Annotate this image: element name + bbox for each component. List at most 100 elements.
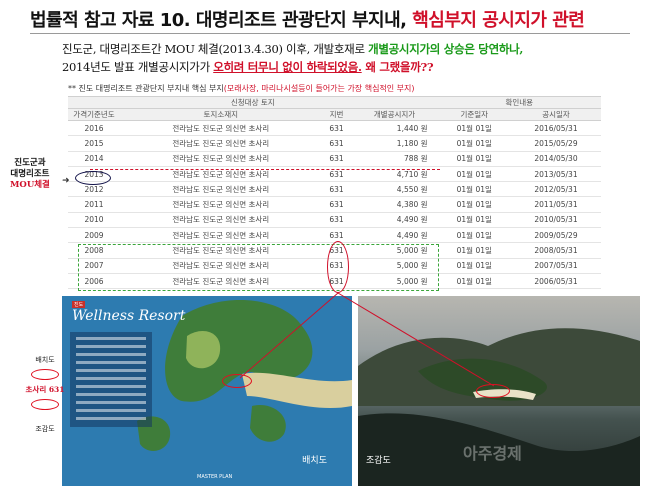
column-header: 기준일자 bbox=[437, 108, 511, 121]
table-cell: 01월 01일 bbox=[437, 242, 511, 259]
legend-line bbox=[76, 409, 146, 412]
legend-line bbox=[76, 345, 146, 348]
table-cell: 2006/05/31 bbox=[510, 273, 601, 290]
map-title: Wellness Resort bbox=[72, 308, 186, 324]
table-cell: 2012/05/31 bbox=[510, 181, 601, 198]
intro-line-2-plain: 2014년도 발표 개별공시지가가 bbox=[62, 60, 214, 74]
table-group-header-row: 신청대상 토지 확인내용 bbox=[68, 96, 601, 109]
table-cell: 01월 01일 bbox=[437, 273, 511, 290]
stable-price-highlight-box bbox=[78, 244, 439, 291]
table-cell: 전라남도 진도군 의신면 초사리 bbox=[120, 227, 322, 244]
table-cell: 631 bbox=[321, 151, 352, 167]
table-note: ** 진도 대명리조트 관광단지 부지내 핵심 부지(모래사장, 마리나시설등이… bbox=[68, 83, 415, 94]
photo-watermark: 아주경제 bbox=[463, 444, 522, 463]
table-cell: 2015/05/29 bbox=[510, 135, 601, 152]
table-cell: 631 bbox=[321, 120, 352, 137]
table-cell: 2008/05/31 bbox=[510, 242, 601, 259]
table-cell: 2010/05/31 bbox=[510, 212, 601, 229]
intro-line-1-plain: 진도군, 대명리조트간 MOU 체결(2013.4.30) 이후, 개발호재로 bbox=[62, 42, 369, 56]
table-cell: 4,550 원 bbox=[351, 181, 438, 198]
table-cell: 01월 01일 bbox=[437, 212, 511, 229]
table-row: 2011 전라남도 진도군 의신면 초사리 631 4,380 원 01월 01일 201… bbox=[68, 196, 601, 213]
table-cell: 01월 01일 bbox=[437, 196, 511, 213]
table-cell: 2010 bbox=[68, 212, 120, 229]
aerial-rendering: 아주경제 조감도 bbox=[358, 296, 640, 486]
table-cell: 1,180 원 bbox=[351, 135, 438, 152]
legend-oval-icon bbox=[31, 399, 59, 410]
column-header: 토지소재지 bbox=[120, 108, 322, 121]
table-cell: 2011 bbox=[68, 196, 120, 213]
left-legend: 배치도 초사리 631 조감도 bbox=[25, 355, 65, 434]
table-cell: 2016/05/31 bbox=[510, 120, 601, 137]
mou-side-label-line-3: MOU체결 bbox=[10, 180, 50, 190]
year-2013-highlight-ellipse bbox=[75, 171, 111, 185]
price-highlight-ellipse bbox=[327, 241, 349, 293]
table-cell: 2016 bbox=[68, 120, 120, 137]
table-cell: 전라남도 진도군 의신면 초사리 bbox=[120, 212, 322, 229]
legend-line bbox=[76, 401, 146, 404]
table-cell: 01월 01일 bbox=[437, 258, 511, 274]
table-cell: 01월 01일 bbox=[437, 181, 511, 198]
table-cell: 2007/05/31 bbox=[510, 258, 601, 274]
table-cell: 2009/05/29 bbox=[510, 227, 601, 244]
map-caption: 배치도 bbox=[302, 456, 327, 466]
mou-divider-line bbox=[90, 169, 440, 170]
page-title-prefix: 법률적 참고 자료 10. 대명리조트 관광단지 부지내, bbox=[30, 10, 413, 31]
table-cell: 전라남도 진도군 의신면 초사리 bbox=[120, 181, 322, 198]
table-cell: 1,440 원 bbox=[351, 120, 438, 137]
table-cell: 631 bbox=[321, 196, 352, 213]
table-group-header: 확인내용 bbox=[437, 96, 601, 109]
legend-label-top: 배치도 bbox=[35, 356, 55, 364]
table-row: 2016 전라남도 진도군 의신면 초사리 631 1,440 원 01월 01일 201… bbox=[68, 120, 601, 137]
photo-caption: 조감도 bbox=[366, 456, 391, 466]
lot-631-map-ellipse bbox=[222, 374, 252, 388]
mou-side-label-line-2: 대명리조트 bbox=[10, 169, 50, 179]
table-note-red: (모래사장, 마리나시설등이 들어가는 가장 핵심적인 부지) bbox=[223, 84, 415, 93]
table-header-row: 가격기준년도 토지소재지 지번 개별공시지가 기준일자 공시일자 bbox=[68, 108, 601, 121]
intro-line-1: 진도군, 대명리조트간 MOU 체결(2013.4.30) 이후, 개발호재로 … bbox=[62, 40, 523, 58]
intro-line-2-red: 오히려 터무니 없이 하락되었음. bbox=[213, 60, 362, 74]
table-cell: 631 bbox=[321, 212, 352, 229]
arrow-right-icon: ➜ bbox=[62, 176, 70, 186]
legend-line bbox=[76, 353, 146, 356]
table-cell: 전라남도 진도군 의신면 초사리 bbox=[120, 196, 322, 213]
intro-line-2-question: 왜 그랬을까?? bbox=[361, 60, 434, 74]
legend-line bbox=[76, 369, 146, 372]
table-cell: 01월 01일 bbox=[437, 166, 511, 183]
table-cell: 788 원 bbox=[351, 151, 438, 167]
table-row: 2014 전라남도 진도군 의신면 초사리 631 788 원 01월 01일 2014/… bbox=[68, 151, 601, 167]
map-master-plan-label: MASTER PLAN bbox=[197, 474, 233, 480]
lot-631-photo-ellipse bbox=[476, 384, 510, 398]
column-header: 지번 bbox=[321, 108, 352, 121]
map-legend-panel bbox=[70, 332, 152, 427]
table-row: 2012 전라남도 진도군 의신면 초사리 631 4,550 원 01월 01일 201… bbox=[68, 181, 601, 198]
legend-line bbox=[76, 417, 146, 420]
legend-oval-icon bbox=[31, 369, 59, 380]
table-cell: 4,490 원 bbox=[351, 212, 438, 229]
legend-line bbox=[76, 393, 146, 396]
table-cell: 전라남도 진도군 의신면 초사리 bbox=[120, 151, 322, 167]
title-divider bbox=[30, 33, 630, 34]
legend-line bbox=[76, 337, 146, 340]
table-row: 2010 전라남도 진도군 의신면 초사리 631 4,490 원 01월 01일 201… bbox=[68, 212, 601, 229]
legend-line bbox=[76, 385, 146, 388]
legend-line bbox=[76, 361, 146, 364]
page-title: 법률적 참고 자료 10. 대명리조트 관광단지 부지내, 핵심부지 공시지가 … bbox=[30, 6, 585, 32]
table-group-header: 신청대상 토지 bbox=[68, 96, 438, 109]
table-cell: 2013/05/31 bbox=[510, 166, 601, 183]
table-cell: 2011/05/31 bbox=[510, 196, 601, 213]
column-header: 가격기준년도 bbox=[68, 108, 120, 121]
table-cell: 4,380 원 bbox=[351, 196, 438, 213]
column-header: 개별공시지가 bbox=[351, 108, 438, 121]
intro-line-2: 2014년도 발표 개별공시지가가 오히려 터무니 없이 하락되었음. 왜 그랬… bbox=[62, 58, 523, 76]
table-cell: 631 bbox=[321, 135, 352, 152]
legend-label-bottom: 조감도 bbox=[35, 425, 55, 433]
table-cell: 01월 01일 bbox=[437, 227, 511, 244]
beach-strip bbox=[242, 372, 352, 409]
legend-line bbox=[76, 377, 146, 380]
table-cell: 01월 01일 bbox=[437, 120, 511, 137]
legend-label-lot: 초사리 631 bbox=[25, 385, 65, 394]
table-cell: 2009 bbox=[68, 227, 120, 244]
table-cell: 01월 01일 bbox=[437, 151, 511, 167]
table-cell: 전라남도 진도군 의신면 초사리 bbox=[120, 120, 322, 137]
